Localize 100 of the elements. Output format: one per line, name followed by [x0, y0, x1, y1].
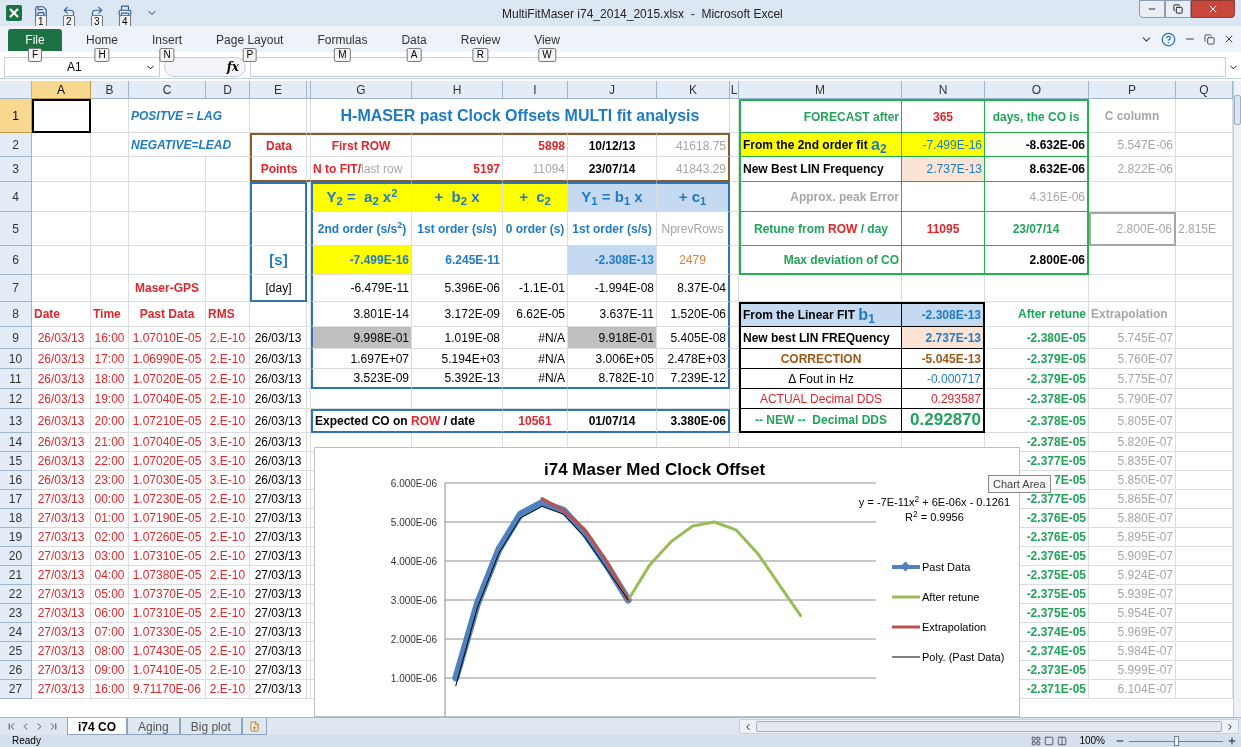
table-cell: 3.172E-09: [412, 302, 503, 327]
page-break-view-icon[interactable]: [1057, 736, 1068, 746]
row-header[interactable]: 24: [0, 623, 32, 642]
table-cell: 6.62E-05: [503, 302, 568, 327]
table-cell: 1.07260E-05: [129, 528, 206, 547]
column-header[interactable]: K: [657, 81, 730, 99]
page-layout-view-icon[interactable]: [1044, 736, 1055, 746]
zoom-slider-thumb[interactable]: [1174, 736, 1179, 746]
row-header[interactable]: 4: [0, 182, 32, 212]
row-header[interactable]: 1: [0, 99, 32, 133]
table-cell: 3.523E-09: [311, 369, 412, 389]
table-cell: Approx. peak Error: [739, 182, 902, 212]
column-header[interactable]: P: [1089, 81, 1176, 99]
scrollbar-thumb[interactable]: [756, 721, 1222, 732]
column-header[interactable]: M: [739, 81, 902, 99]
table-cell: 5.969E-07: [1089, 623, 1176, 642]
app-icon[interactable]: [6, 5, 22, 21]
row-header[interactable]: 22: [0, 585, 32, 604]
scroll-right-icon[interactable]: [1225, 721, 1235, 732]
row-header[interactable]: 25: [0, 642, 32, 661]
table-cell: 27/03/13: [32, 604, 91, 623]
row-header[interactable]: 6: [0, 246, 32, 275]
column-header[interactable]: B: [91, 81, 129, 99]
legend-label: After retune: [922, 591, 980, 603]
row-header[interactable]: 7: [0, 275, 32, 302]
table-cell: 1.07020E-05: [129, 369, 206, 389]
table-cell: 01/07/14: [568, 409, 657, 433]
column-header[interactable]: O: [985, 81, 1089, 99]
column-header[interactable]: H: [412, 81, 503, 99]
row-header[interactable]: 27: [0, 680, 32, 699]
row-header[interactable]: 13: [0, 409, 32, 433]
function-button[interactable]: fx: [164, 57, 246, 77]
ribbon-tab[interactable]: Data: [391, 29, 437, 51]
zoom-slider[interactable]: [1129, 736, 1223, 746]
axis-tick-label: 4.000E-06: [390, 556, 437, 567]
table-cell: 2.E-10: [206, 369, 250, 389]
close-icon[interactable]: [1223, 33, 1235, 45]
row-header[interactable]: 2: [0, 133, 32, 157]
sheet-tab[interactable]: Big plot: [179, 718, 242, 735]
ribbon-tab[interactable]: View: [524, 29, 570, 51]
ribbon-tab[interactable]: Formulas: [307, 29, 378, 51]
formula-field[interactable]: [250, 57, 1226, 77]
row-header[interactable]: 19: [0, 528, 32, 547]
row-header[interactable]: 8: [0, 302, 32, 327]
column-header[interactable]: D: [206, 81, 250, 99]
column-header[interactable]: N: [902, 81, 985, 99]
row-header[interactable]: 23: [0, 604, 32, 623]
table-cell: 2.E-10: [206, 389, 250, 409]
row-header[interactable]: 11: [0, 369, 32, 389]
column-header[interactable]: A: [32, 81, 91, 99]
table-cell: 27/03/13: [250, 680, 307, 699]
row-header[interactable]: 5: [0, 212, 32, 246]
column-header[interactable]: Q: [1176, 81, 1233, 99]
row-header[interactable]: 16: [0, 471, 32, 490]
table-cell: 3.E-10: [206, 433, 250, 452]
horizontal-scrollbar[interactable]: [739, 719, 1239, 734]
ribbon-tab[interactable]: Home: [76, 29, 128, 51]
ribbon-tab[interactable]: Page Layout: [206, 29, 294, 51]
first-sheet-icon[interactable]: [6, 721, 17, 732]
row-header[interactable]: 9: [0, 327, 32, 349]
row-header[interactable]: 15: [0, 452, 32, 471]
file-tab[interactable]: File: [8, 29, 62, 51]
table-cell: Y$_{1}$ = b$_{1}$ x: [568, 182, 657, 212]
name-box[interactable]: A1: [4, 57, 160, 77]
ribbon-tab[interactable]: Insert: [142, 29, 193, 51]
row-header[interactable]: 21: [0, 566, 32, 585]
table-cell: 5.939E-07: [1089, 585, 1176, 604]
row-header[interactable]: 3: [0, 157, 32, 182]
table-cell: 2.E-10: [206, 642, 250, 661]
column-header[interactable]: G: [311, 81, 412, 99]
sheet-tab[interactable]: i74 CO: [67, 718, 127, 735]
zoom-level[interactable]: 100%: [1079, 736, 1105, 746]
table-cell: Retune from ROW / day: [739, 212, 902, 246]
help-icon[interactable]: [1161, 31, 1176, 47]
column-header[interactable]: I: [503, 81, 568, 99]
scroll-left-icon[interactable]: [743, 721, 753, 732]
row-header[interactable]: 26: [0, 661, 32, 680]
restore-button[interactable]: [1165, 0, 1191, 18]
selected-cell[interactable]: [32, 99, 91, 133]
table-cell: 18:00: [91, 369, 129, 389]
chart-area[interactable]: [314, 447, 1020, 717]
table-cell: First ROW: [311, 133, 412, 157]
row-header[interactable]: 10: [0, 349, 32, 369]
row-header[interactable]: 12: [0, 389, 32, 409]
keytip: R: [472, 48, 489, 62]
column-header[interactable]: J: [568, 81, 657, 99]
ribbon-tab[interactable]: Review: [450, 29, 511, 51]
restore-icon[interactable]: [1204, 33, 1215, 45]
last-sheet-icon[interactable]: [48, 721, 59, 732]
column-header[interactable]: C: [129, 81, 206, 99]
scrollbar-thumb[interactable]: [1234, 95, 1241, 125]
row-header[interactable]: 14: [0, 433, 32, 452]
row-header[interactable]: 18: [0, 509, 32, 528]
row-header[interactable]: 20: [0, 547, 32, 566]
sheet-tab[interactable]: Aging: [127, 718, 180, 735]
table-cell: 5.405E-08: [657, 327, 730, 349]
normal-view-icon[interactable]: [1031, 736, 1042, 746]
column-header[interactable]: E: [250, 81, 307, 99]
row-header[interactable]: 17: [0, 490, 32, 509]
zoom-in-icon[interactable]: [1227, 736, 1237, 746]
